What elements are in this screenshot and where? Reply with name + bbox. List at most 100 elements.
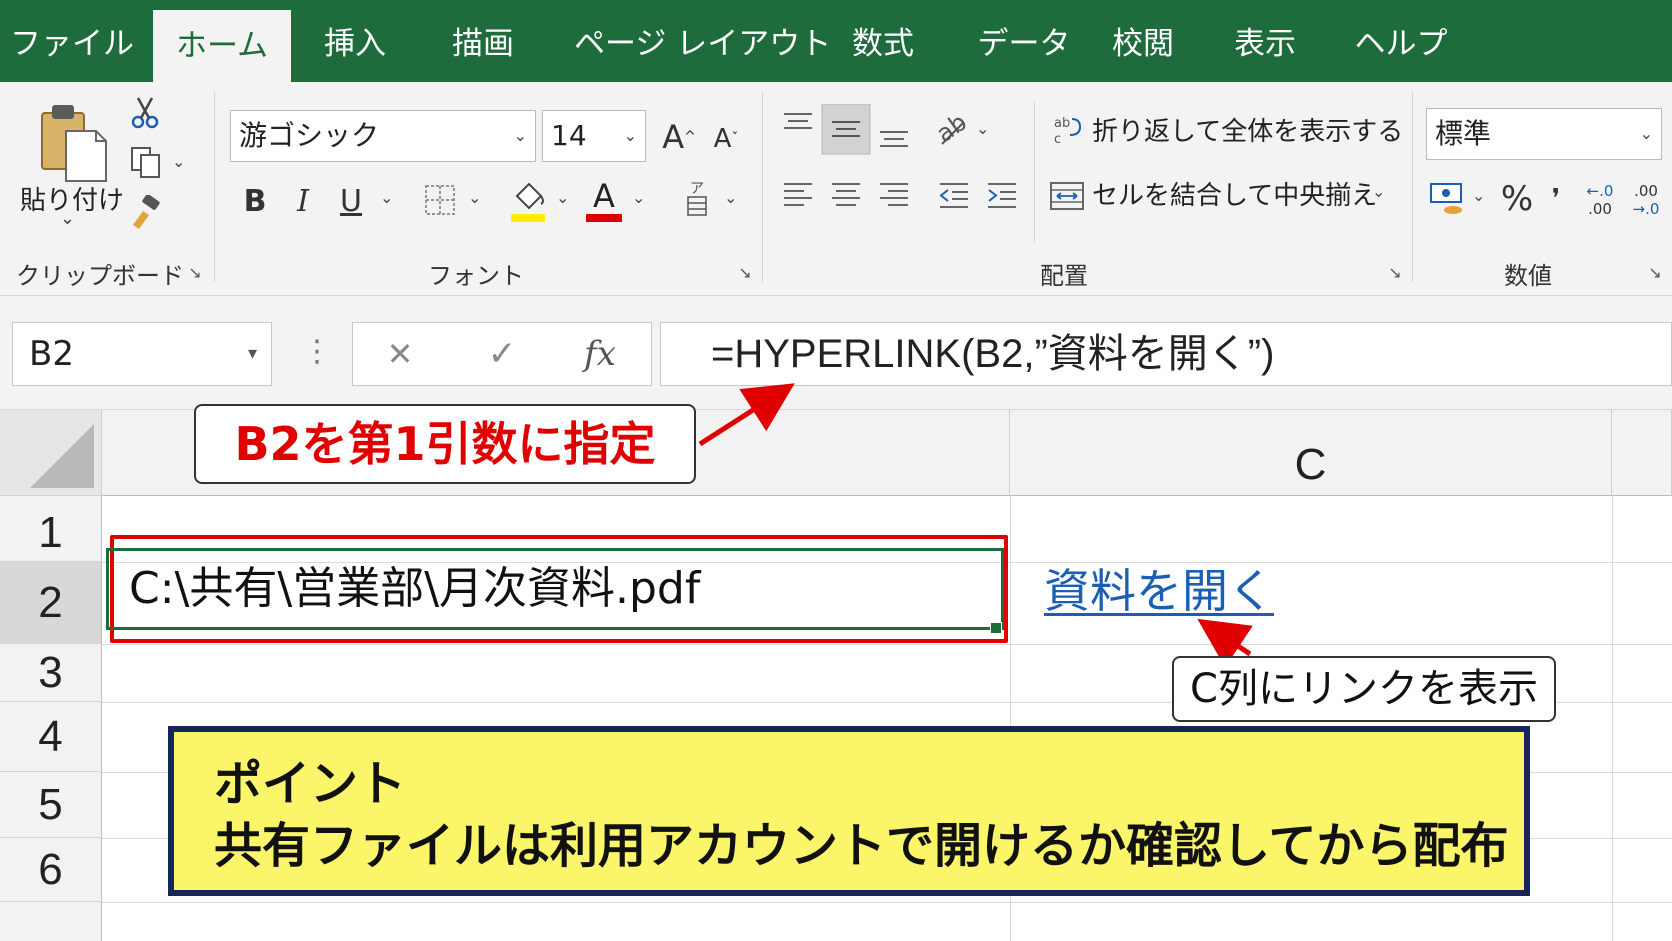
decrease-decimal-button[interactable]: .00 →.0: [1624, 178, 1668, 222]
tab-formulas[interactable]: 数式: [840, 0, 926, 82]
alignment-group-label: 配置: [1040, 262, 1088, 290]
font-name-combo[interactable]: 游ゴシック ⌄: [230, 110, 536, 162]
point-note-body: 共有ファイルは利用アカウントで開けるか確認してから配布: [214, 818, 1509, 874]
copy-icon: [131, 147, 160, 178]
font-size-combo[interactable]: 14 ⌄: [542, 110, 646, 162]
tab-home[interactable]: ホーム: [153, 10, 291, 82]
fill-color-button[interactable]: [508, 176, 548, 226]
merge-chevron-down-icon[interactable]: ⌄: [1372, 182, 1385, 201]
italic-button[interactable]: I: [286, 178, 320, 224]
row-header-2[interactable]: 2: [0, 562, 102, 644]
number-launcher-icon[interactable]: ↘: [1646, 264, 1664, 282]
clipboard-group-label: クリップボード: [16, 262, 184, 290]
merge-center-button[interactable]: セルを結合して中央揃え: [1092, 178, 1377, 214]
accounting-format-button[interactable]: [1428, 178, 1468, 220]
tab-data[interactable]: データ: [966, 0, 1082, 82]
font-color-button[interactable]: A: [584, 174, 624, 226]
font-name-value: 游ゴシック: [239, 119, 380, 152]
decrease-decimal-icon: →.0: [1632, 200, 1660, 218]
align-right-icon[interactable]: [880, 183, 908, 206]
svg-text:ab: ab: [931, 108, 972, 148]
group-divider: [1034, 102, 1035, 242]
phonetic-button[interactable]: ア: [680, 176, 714, 222]
font-size-chevron-down-icon: ⌄: [623, 126, 637, 145]
group-divider: [214, 92, 215, 282]
select-all-button[interactable]: [0, 410, 102, 496]
select-all-triangle-icon: [30, 424, 94, 488]
shrink-font-button[interactable]: Aˇ: [708, 116, 744, 162]
row-header-7[interactable]: [0, 902, 102, 941]
underline-chevron-down-icon[interactable]: ⌄: [380, 188, 393, 207]
tab-file[interactable]: ファイル: [8, 0, 136, 82]
percent-button[interactable]: %: [1500, 176, 1534, 222]
alignment-launcher-icon[interactable]: ↘: [1386, 264, 1404, 282]
wrap-text-button[interactable]: 折り返して全体を表示する: [1092, 114, 1403, 150]
comma-style-button[interactable]: ❜: [1544, 176, 1568, 222]
cell-c2-hyperlink[interactable]: 資料を開く: [1044, 556, 1274, 626]
callout-first-argument: B2を第1引数に指定: [194, 404, 696, 484]
ribbon: 貼り付け ⌄ ⌄ クリップボード ↘ 游ゴシック ⌄ 14 ⌄ A ^ Aˇ B …: [0, 82, 1672, 296]
formula-input[interactable]: =HYPERLINK(B2,”資料を開く”): [660, 322, 1672, 386]
fill-color-chevron-down-icon[interactable]: ⌄: [556, 188, 569, 207]
phonetic-chevron-down-icon[interactable]: ⌄: [724, 188, 737, 207]
grow-font-button[interactable]: A ^: [660, 112, 698, 162]
row-header-6[interactable]: 6: [0, 838, 102, 902]
tab-insert[interactable]: 挿入: [312, 0, 398, 82]
tab-review[interactable]: 校閲: [1100, 0, 1186, 82]
row-header-4[interactable]: 4: [0, 702, 102, 772]
tab-help[interactable]: ヘルプ: [1346, 0, 1456, 82]
cut-button[interactable]: [128, 96, 162, 130]
row-header-3[interactable]: 3: [0, 644, 102, 702]
bold-button[interactable]: B: [238, 178, 272, 224]
accounting-chevron-down-icon[interactable]: ⌄: [1472, 186, 1485, 205]
column-header-c[interactable]: C: [1010, 410, 1612, 496]
shrink-font-icon: A: [713, 124, 732, 154]
tab-draw[interactable]: 描画: [440, 0, 526, 82]
number-format-chevron-down-icon: ⌄: [1639, 124, 1653, 143]
gridline: [1612, 496, 1613, 941]
paste-chevron-down-icon[interactable]: ⌄: [60, 208, 75, 229]
clipboard-icon: [41, 105, 107, 182]
copy-chevron-down-icon[interactable]: ⌄: [172, 152, 185, 171]
paste-button[interactable]: [32, 98, 112, 188]
text-orientation-icon[interactable]: ab ⌄: [931, 108, 989, 148]
cancel-icon[interactable]: ✕: [365, 323, 435, 385]
tab-view[interactable]: 表示: [1222, 0, 1308, 82]
formula-buttons: ✕ ✓ fx: [352, 322, 652, 386]
formula-bar-grip-icon[interactable]: ⋮: [302, 330, 332, 374]
align-center-icon[interactable]: [832, 183, 860, 206]
svg-text:⌄: ⌄: [976, 119, 989, 138]
fill-handle[interactable]: [990, 622, 1002, 634]
copy-button[interactable]: [126, 144, 166, 180]
font-group-label: フォント: [428, 262, 524, 290]
format-painter-button[interactable]: [128, 194, 164, 230]
increase-decimal-button[interactable]: ←.0 .00: [1580, 178, 1620, 222]
number-format-combo[interactable]: 標準 ⌄: [1426, 108, 1662, 160]
row-header-5[interactable]: 5: [0, 772, 102, 838]
increase-indent-icon[interactable]: [988, 183, 1016, 208]
underline-button[interactable]: U: [334, 178, 368, 224]
align-bottom-icon[interactable]: [880, 131, 908, 147]
svg-text:c: c: [1054, 132, 1061, 147]
font-color-chevron-down-icon[interactable]: ⌄: [632, 188, 645, 207]
font-launcher-icon[interactable]: ↘: [736, 264, 754, 282]
cell-b2[interactable]: C:\共有\営業部\月次資料.pdf: [106, 548, 1004, 630]
align-left-icon[interactable]: [784, 183, 812, 206]
enter-icon[interactable]: ✓: [467, 323, 537, 385]
clipboard-launcher-icon[interactable]: ↘: [186, 264, 204, 282]
borders-button[interactable]: [420, 180, 460, 220]
insert-function-button[interactable]: fx: [565, 323, 635, 385]
name-box[interactable]: B2 ▾: [12, 322, 272, 386]
name-box-chevron-down-icon[interactable]: ▾: [248, 323, 257, 385]
tab-page-layout[interactable]: ページ レイアウト: [574, 0, 831, 82]
decrease-indent-icon[interactable]: [939, 183, 968, 208]
merge-center-icon: [1048, 176, 1086, 216]
font-color-swatch: [586, 214, 622, 222]
align-top-icon[interactable]: [784, 113, 812, 129]
borders-chevron-down-icon[interactable]: ⌄: [468, 188, 481, 207]
row-header-1[interactable]: 1: [0, 496, 102, 562]
column-header-d[interactable]: [1612, 410, 1672, 496]
group-divider: [762, 92, 763, 282]
point-note-box: ポイント 共有ファイルは利用アカウントで開けるか確認してから配布: [168, 726, 1530, 896]
align-middle-icon[interactable]: [821, 104, 871, 155]
